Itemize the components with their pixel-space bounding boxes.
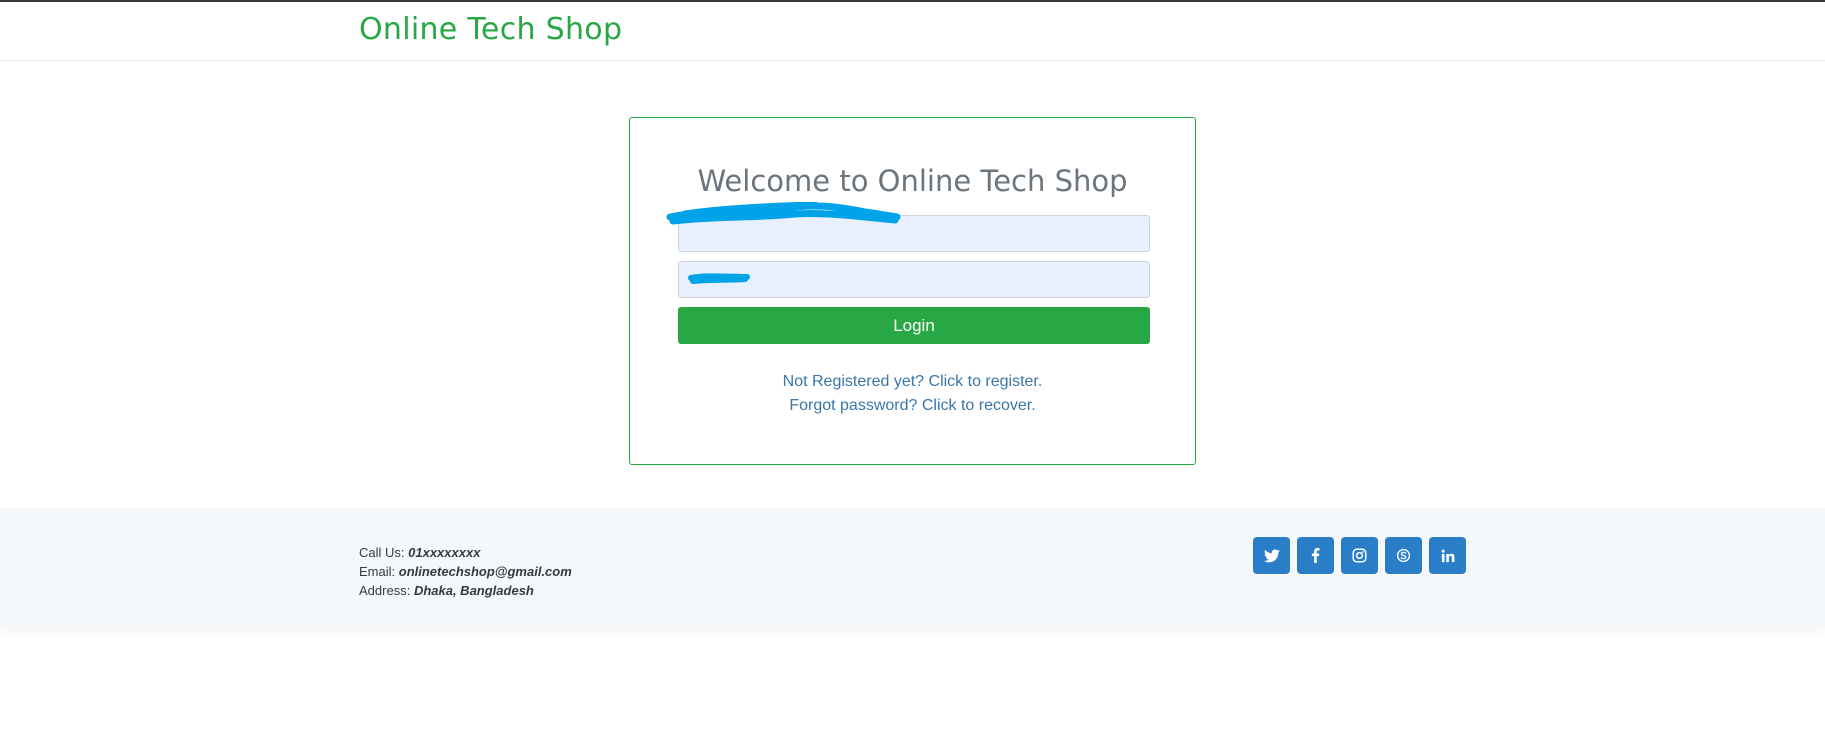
contact-phone: Call Us: 01xxxxxxxx	[359, 543, 572, 562]
skype-button[interactable]	[1385, 537, 1422, 574]
login-card: Welcome to Online Tech Shop Login Not Re…	[629, 117, 1196, 465]
register-link[interactable]: Not Registered yet? Click to register.	[630, 370, 1195, 394]
login-title: Welcome to Online Tech Shop	[697, 164, 1128, 198]
linkedin-icon	[1441, 549, 1454, 562]
contact-address-label: Address:	[359, 583, 411, 598]
contact-phone-label: Call Us:	[359, 545, 405, 560]
contact-email-label: Email:	[359, 564, 396, 579]
contact-address-value: Dhaka, Bangladesh	[413, 583, 534, 598]
instagram-button[interactable]	[1341, 537, 1378, 574]
recover-link[interactable]: Forgot password? Click to recover.	[630, 394, 1195, 418]
contact-phone-value: 01xxxxxxxx	[408, 545, 481, 560]
twitter-icon	[1263, 548, 1280, 562]
contact-address: Address: Dhaka, Bangladesh	[359, 581, 572, 600]
password-input[interactable]	[678, 261, 1150, 298]
login-button[interactable]: Login	[678, 307, 1150, 344]
linkedin-button[interactable]	[1429, 537, 1466, 574]
twitter-button[interactable]	[1253, 537, 1290, 574]
contact-email-value: onlinetechshop@gmail.com	[398, 564, 572, 579]
contact-email: Email: onlinetechshop@gmail.com	[359, 562, 572, 581]
contact-info: Call Us: 01xxxxxxxx Email: onlinetechsho…	[359, 543, 572, 600]
email-input[interactable]	[678, 215, 1150, 252]
site-footer: Call Us: 01xxxxxxxx Email: onlinetechsho…	[0, 508, 1825, 628]
facebook-icon	[1311, 548, 1320, 563]
social-links	[1253, 537, 1466, 574]
facebook-button[interactable]	[1297, 537, 1334, 574]
auth-links: Not Registered yet? Click to register. F…	[630, 370, 1195, 418]
instagram-icon	[1352, 548, 1367, 563]
skype-icon	[1396, 548, 1411, 563]
site-header: Online Tech Shop	[0, 2, 1825, 61]
site-brand-link[interactable]: Online Tech Shop	[359, 12, 622, 47]
